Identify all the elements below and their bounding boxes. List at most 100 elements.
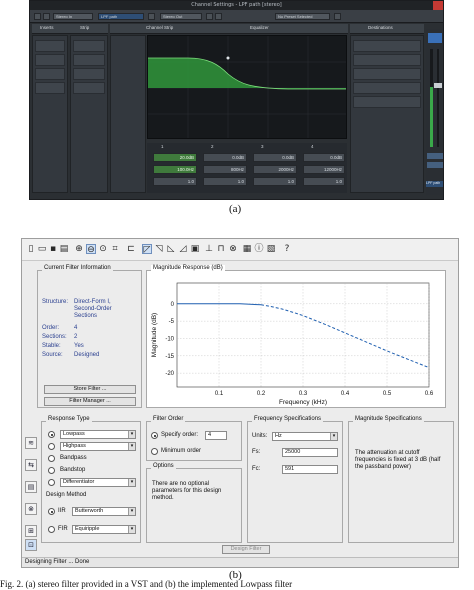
channel-name-field[interactable]: LPF path (98, 13, 144, 20)
full-view-icon[interactable]: ⌗ (110, 244, 120, 254)
help-icon[interactable]: ? (282, 244, 292, 254)
read-write-button[interactable] (427, 153, 443, 159)
highpass-radio[interactable] (48, 443, 55, 450)
transform-filter-icon[interactable]: ⇆ (25, 459, 37, 471)
edit-icon[interactable] (148, 13, 155, 20)
strip-slot[interactable] (73, 68, 105, 80)
tab-channel-strip[interactable]: Channel Strip (146, 25, 173, 30)
destination-slot[interactable] (353, 96, 421, 108)
pole-zero-editor-icon[interactable]: ⊗ (25, 503, 37, 515)
destinations-tabs: Destinations (350, 24, 424, 34)
fc-input[interactable]: 591 (282, 465, 338, 474)
mag-phase-icon[interactable]: ◺ (166, 244, 176, 254)
tab-inserts[interactable]: Inserts (40, 25, 54, 30)
magnitude-icon[interactable]: ◸ (142, 244, 152, 255)
iir-radio[interactable] (48, 508, 55, 515)
open-icon[interactable]: ▭ (37, 244, 47, 254)
bandstop-radio[interactable] (48, 467, 55, 474)
tab-destinations[interactable]: Destinations (368, 25, 393, 30)
fir-method-select[interactable]: Equiripple ▾ (72, 525, 136, 534)
band2-gain[interactable]: 0.0dB (203, 153, 247, 162)
band1-freq[interactable]: 100.0Hz (153, 165, 197, 174)
design-filter-button[interactable]: Design Filter (222, 545, 270, 554)
band2-q[interactable]: 1.0 (203, 177, 247, 186)
units-select[interactable]: Hz ▾ (272, 432, 338, 441)
band2-freq[interactable]: 800Hz (203, 165, 247, 174)
step-icon[interactable]: ⊓ (216, 244, 226, 254)
output-routing-button[interactable]: Stereo Out (160, 13, 202, 20)
band4-freq[interactable]: 12000Hz (303, 165, 345, 174)
coefficients-icon[interactable]: ▦ (242, 244, 252, 254)
magnitude-chart[interactable]: 0.1 0.2 0.3 0.4 0.5 0.6 0 -5 -10 -15 -20 Frequency … (147, 271, 445, 407)
info-icon[interactable]: ⓘ (254, 244, 264, 254)
tab-strip[interactable]: Strip (80, 25, 89, 30)
band1-q[interactable]: 1.0 (153, 177, 197, 186)
close-button[interactable] (433, 1, 443, 10)
insert-slot[interactable] (35, 82, 65, 94)
link-icon[interactable] (206, 13, 213, 20)
lowpass-radio[interactable] (48, 431, 55, 438)
band3-q[interactable]: 1.0 (253, 177, 297, 186)
import-filter-icon[interactable]: ⊡ (25, 539, 37, 551)
fader-track (437, 49, 439, 147)
highpass-select[interactable]: Highpass ▾ (60, 442, 136, 451)
filter-visual-icon[interactable]: ▧ (266, 244, 276, 254)
insert-slot[interactable] (35, 54, 65, 66)
band3-gain[interactable]: 0.0dB (253, 153, 297, 162)
order-input[interactable]: 4 (205, 431, 227, 440)
realize-model-icon[interactable]: ▤ (25, 481, 37, 493)
tab-equalizer[interactable]: Equalizer (250, 25, 269, 30)
fs-input[interactable]: 25000 (282, 448, 338, 457)
differentiator-radio[interactable] (48, 479, 55, 486)
insert-slot[interactable] (35, 40, 65, 52)
group-delay-icon[interactable]: ◿ (178, 244, 188, 254)
band4-q[interactable]: 1.0 (303, 177, 345, 186)
input-routing-button[interactable]: Stereo In (53, 13, 93, 20)
destination-slot[interactable] (353, 68, 421, 80)
preset-menu-icon[interactable] (334, 13, 341, 20)
zoom-x-icon[interactable]: ⊖ (86, 244, 96, 255)
eq-curve-display[interactable] (147, 35, 347, 139)
store-filter-button[interactable]: Store Filter ... (44, 385, 136, 394)
strip-slot[interactable] (73, 54, 105, 66)
level-meter (430, 49, 433, 147)
phase-icon[interactable]: ◹ (154, 244, 164, 254)
insert-slot[interactable] (35, 68, 65, 80)
bypass-icon[interactable] (43, 13, 50, 20)
multirate-icon[interactable]: ⊞ (25, 525, 37, 537)
band4-gain[interactable]: 0.0dB (303, 153, 345, 162)
zoom-in-icon[interactable]: ⊕ (74, 244, 84, 254)
minimum-order-label: Minimum order (161, 448, 202, 454)
filter-specs-icon[interactable]: ⊏ (126, 244, 136, 254)
differentiator-select[interactable]: Differentiator ▾ (60, 478, 136, 487)
destination-slot[interactable] (353, 82, 421, 94)
destination-slot[interactable] (353, 40, 421, 52)
destination-slot[interactable] (353, 54, 421, 66)
specify-order-radio[interactable] (151, 432, 158, 439)
impulse-icon[interactable]: ⊥ (204, 244, 214, 254)
fs-label: Fs: (252, 449, 261, 455)
print-icon[interactable]: ▤ (59, 244, 69, 254)
zoom-y-icon[interactable]: ⊙ (98, 244, 108, 254)
power-icon[interactable] (34, 13, 41, 20)
fir-radio[interactable] (48, 526, 55, 533)
lowpass-select[interactable]: Lowpass ▾ (60, 430, 136, 439)
edit-button[interactable] (427, 162, 443, 168)
design-filter-mode-icon[interactable]: ≋ (25, 437, 37, 449)
filter-manager-button[interactable]: Filter Manager ... (44, 397, 136, 406)
new-icon[interactable]: ▯ (26, 244, 36, 254)
band3-freq[interactable]: 2000Hz (253, 165, 297, 174)
pole-zero-icon[interactable]: ⊗ (228, 244, 238, 254)
save-icon[interactable]: ▪ (48, 244, 58, 254)
monitor-button[interactable] (428, 33, 442, 43)
iir-method-select[interactable]: Butterworth ▾ (72, 507, 136, 516)
bandpass-radio[interactable] (48, 455, 55, 462)
strip-slot[interactable] (73, 82, 105, 94)
settings-icon[interactable] (215, 13, 222, 20)
band1-gain[interactable]: 20.0dB (153, 153, 197, 162)
phase-delay-icon[interactable]: ▣ (190, 244, 200, 254)
preset-field[interactable]: No Preset Selected (275, 13, 330, 20)
minimum-order-radio[interactable] (151, 448, 158, 455)
fader-handle[interactable] (434, 83, 442, 88)
strip-slot[interactable] (73, 40, 105, 52)
